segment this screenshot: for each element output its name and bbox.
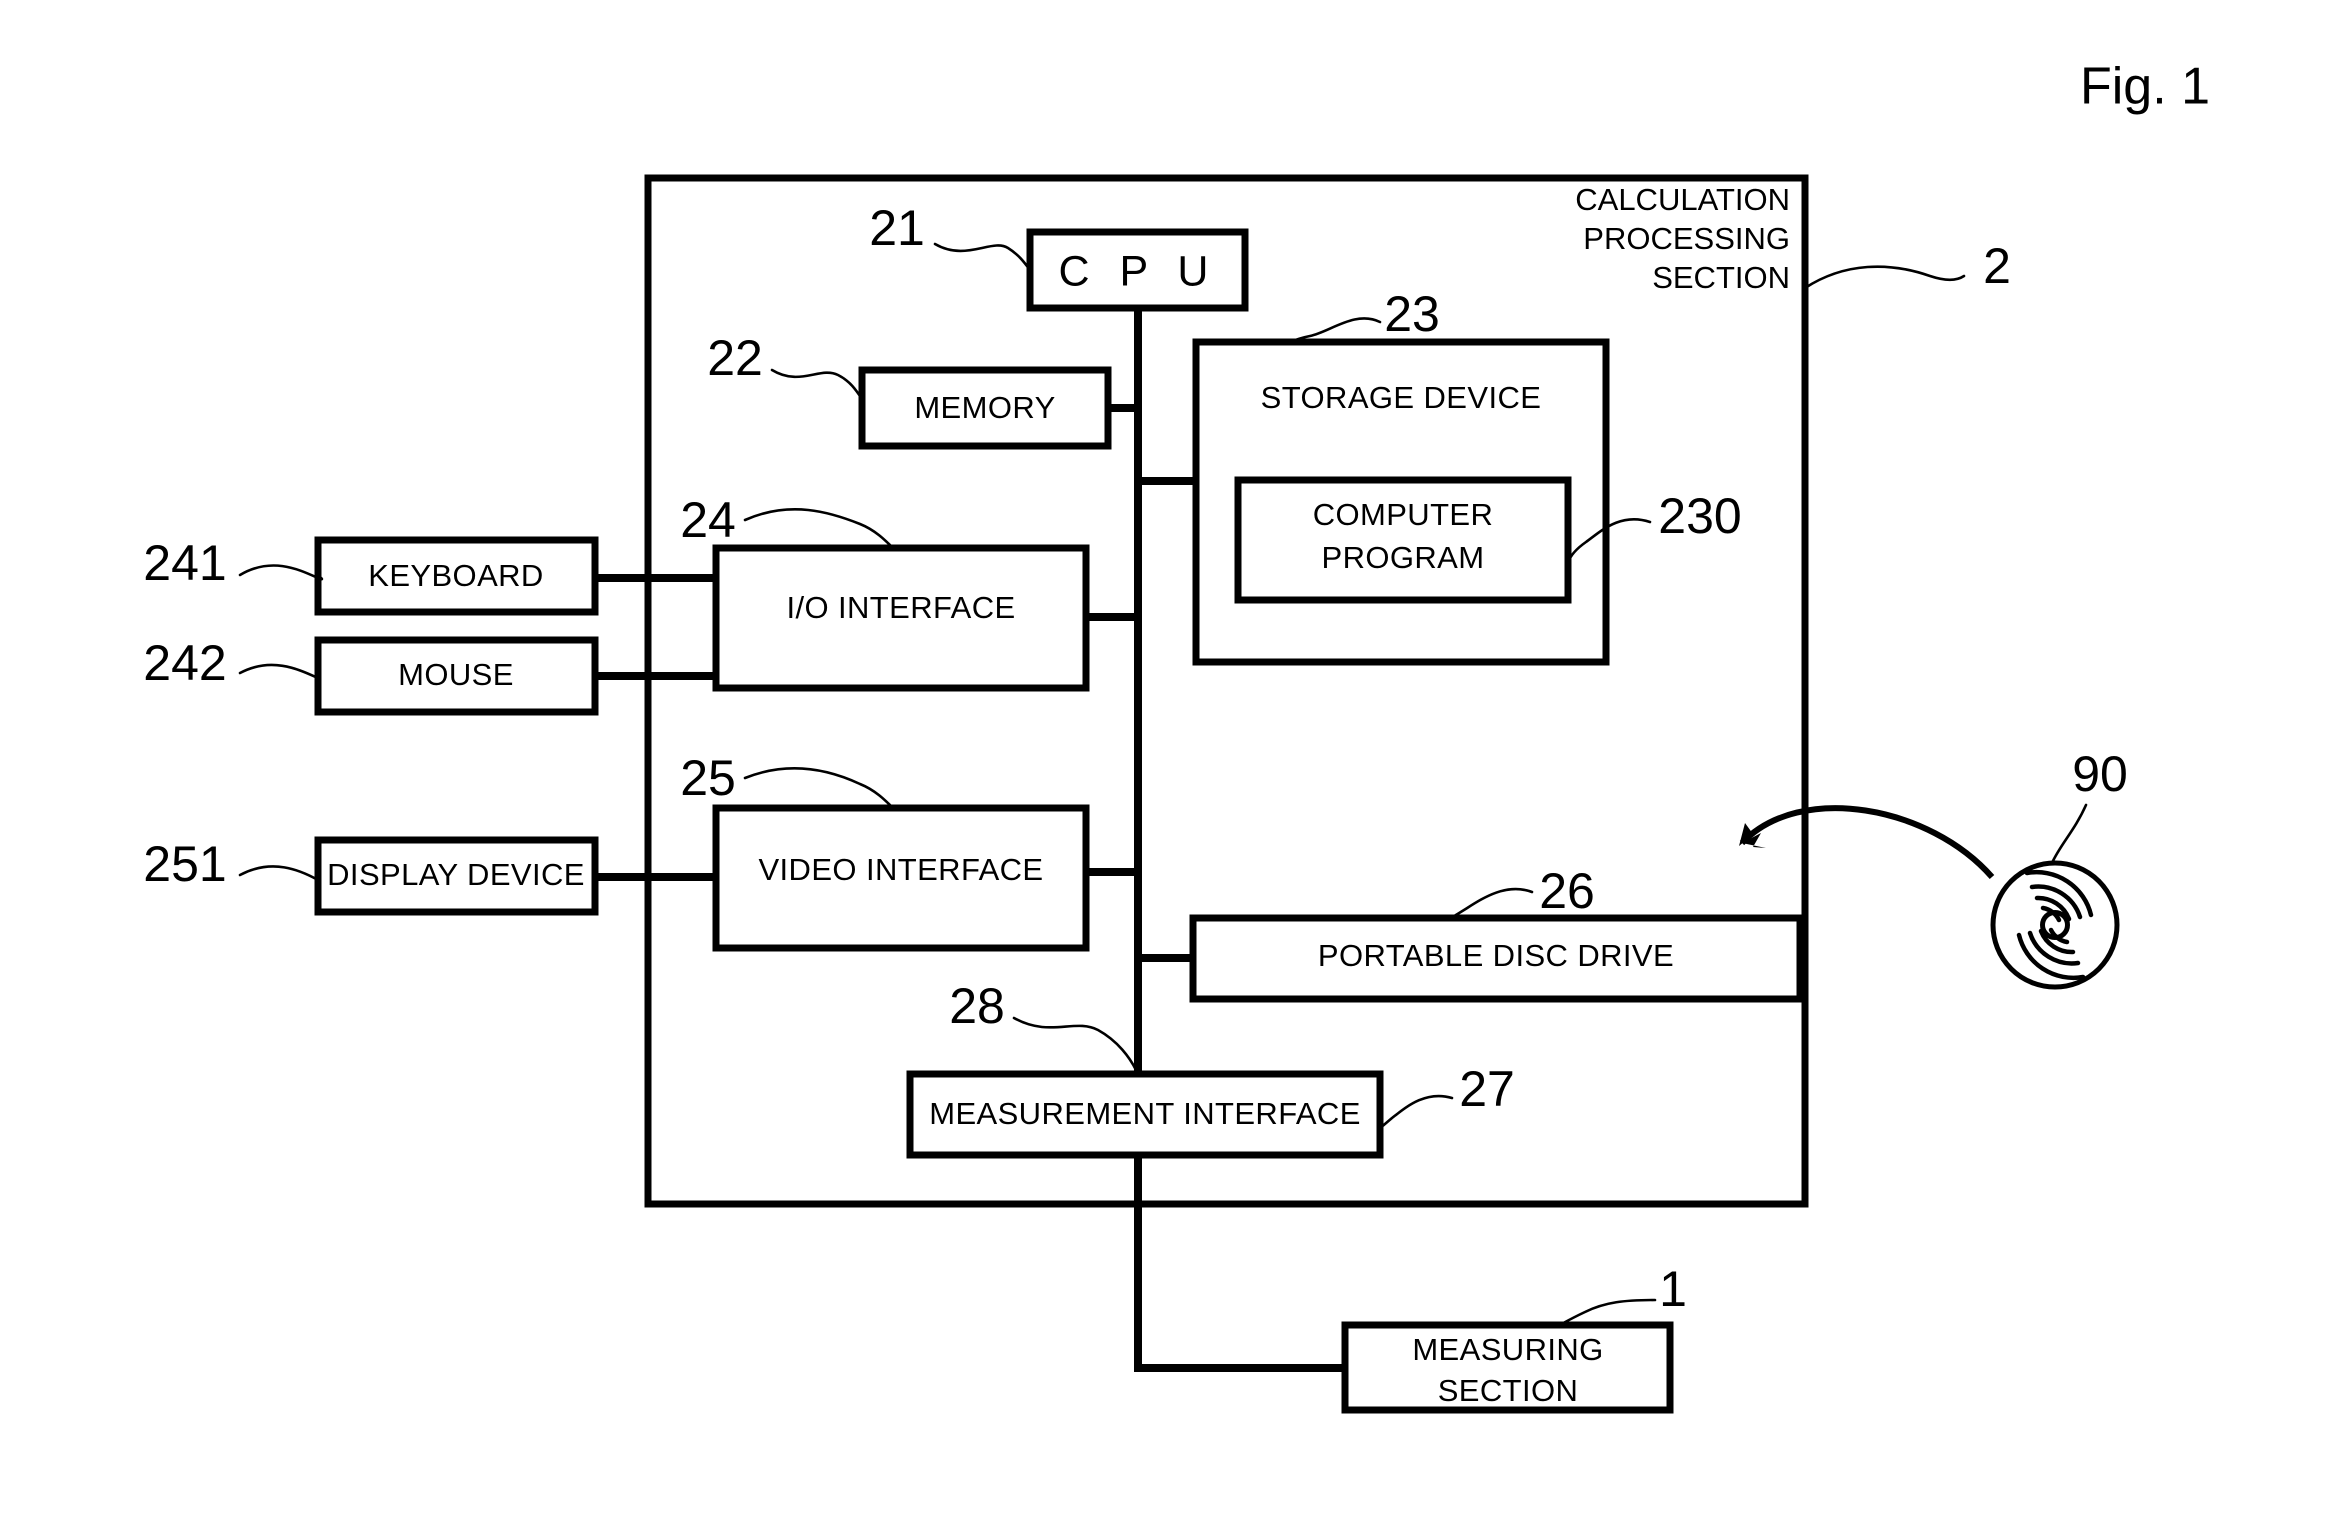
- ref-24: 24: [680, 492, 736, 548]
- cpu-label: C P U: [1059, 247, 1218, 295]
- storage-device-label: STORAGE DEVICE: [1261, 380, 1542, 415]
- computer-program-label-line2: PROGRAM: [1322, 540, 1485, 575]
- leader-22: [770, 368, 864, 401]
- leader-2: [1803, 265, 1966, 290]
- leader-24: [743, 508, 895, 550]
- leader-25: [743, 767, 895, 810]
- ref-26: 26: [1539, 863, 1595, 919]
- ref-251: 251: [143, 836, 226, 892]
- leader-90: [2050, 803, 2088, 865]
- measuring-section-label-line1: MEASURING: [1412, 1332, 1603, 1367]
- leader-27: [1378, 1094, 1454, 1130]
- ref-25: 25: [680, 750, 736, 806]
- leader-28: [1012, 1016, 1138, 1072]
- keyboard-label: KEYBOARD: [368, 558, 543, 593]
- ref-27: 27: [1459, 1061, 1515, 1117]
- ref-22: 22: [707, 330, 763, 386]
- section-caption-line1: CALCULATION: [1575, 182, 1790, 217]
- display-device-label: DISPLAY DEVICE: [327, 857, 585, 892]
- ref-230: 230: [1658, 488, 1741, 544]
- disc-insert-arrow: [1739, 805, 1995, 879]
- ref-23: 23: [1384, 286, 1440, 342]
- ref-2: 2: [1983, 238, 2011, 294]
- ref-242: 242: [143, 635, 226, 691]
- measurement-interface-label: MEASUREMENT INTERFACE: [929, 1096, 1361, 1131]
- section-caption-line2: PROCESSING: [1583, 221, 1790, 256]
- figure-title: Fig. 1: [2080, 58, 2210, 116]
- ref-90: 90: [2072, 746, 2128, 802]
- memory-label: MEMORY: [914, 390, 1055, 425]
- computer-program-label-line1: COMPUTER: [1313, 497, 1494, 532]
- ref-1: 1: [1659, 1261, 1687, 1317]
- leader-251: [238, 865, 320, 882]
- ref-21: 21: [869, 200, 925, 256]
- block-diagram: C P U MEMORY STORAGE DEVICE COMPUTER PRO…: [143, 58, 2210, 1414]
- leader-242: [238, 663, 320, 680]
- measuring-section-label-line2: SECTION: [1438, 1373, 1579, 1408]
- io-interface-label: I/O INTERFACE: [786, 590, 1015, 625]
- leader-23: [1288, 317, 1382, 344]
- ref-241: 241: [143, 535, 226, 591]
- leader-21: [933, 242, 1032, 272]
- leader-241: [238, 564, 324, 581]
- portable-disc-drive-label: PORTABLE DISC DRIVE: [1318, 938, 1674, 973]
- mouse-label: MOUSE: [398, 657, 514, 692]
- video-interface-label: VIDEO INTERFACE: [758, 852, 1043, 887]
- figure-canvas: C P U MEMORY STORAGE DEVICE COMPUTER PRO…: [0, 0, 2328, 1532]
- section-caption-line3: SECTION: [1652, 260, 1790, 295]
- ref-28: 28: [949, 978, 1005, 1034]
- portable-disc-icon: [1990, 860, 2120, 990]
- measurement-bus-line: [1134, 1155, 1345, 1372]
